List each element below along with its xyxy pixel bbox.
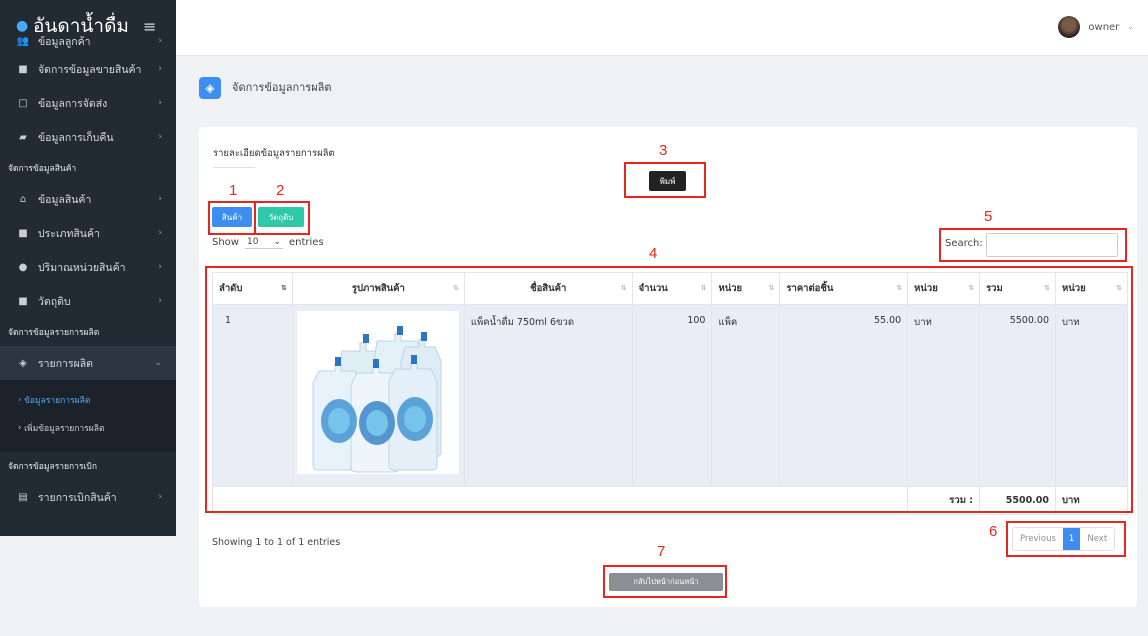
chevron-right-icon: › bbox=[158, 228, 162, 238]
truck-icon: ▰ bbox=[19, 131, 27, 143]
annotation-box-4 bbox=[205, 266, 1133, 513]
sidebar-item-label: รายการผลิต bbox=[38, 357, 93, 370]
sidebar-item-unit-quantity[interactable]: ● ปริมาณหน่วยสินค้า › bbox=[0, 250, 176, 284]
divider bbox=[213, 167, 255, 168]
annotation-number-6: 6 bbox=[989, 523, 998, 540]
topbar: owner ⌄ bbox=[176, 0, 1148, 56]
sidebar-item-label: ข้อมูลลูกค้า bbox=[38, 35, 91, 48]
square-icon: ■ bbox=[18, 295, 28, 307]
sidebar-item-label: ข้อมูลสินค้า bbox=[38, 193, 92, 206]
sidebar-item-product-info[interactable]: ⌂ ข้อมูลสินค้า › bbox=[0, 182, 176, 216]
sidebar-section-production: จัดการข้อมูลรายการผลิต bbox=[8, 328, 100, 338]
annotation-number-5: 5 bbox=[984, 208, 993, 225]
annotation-box-1 bbox=[208, 201, 256, 235]
sidebar-item-sales[interactable]: ■ จัดการข้อมูลขายสินค้า › bbox=[0, 52, 176, 86]
shopping-bag-icon: ■ bbox=[18, 63, 28, 75]
entries-length-control: Show 10 ⌄ entries bbox=[212, 236, 324, 249]
annotation-number-1: 1 bbox=[229, 182, 238, 199]
chevron-right-icon: › bbox=[158, 98, 162, 108]
sidebar-item-label: วัตถุดิบ bbox=[38, 295, 71, 308]
chevron-right-icon: › bbox=[158, 194, 162, 204]
sidebar-section-products: จัดการข้อมูลสินค้า bbox=[8, 164, 77, 174]
entries-select[interactable]: 10 ⌄ bbox=[244, 236, 283, 249]
annotation-box-7 bbox=[603, 565, 727, 598]
show-label: Show bbox=[212, 237, 239, 248]
chevron-right-icon: › bbox=[158, 296, 162, 306]
chevron-right-icon: › bbox=[158, 492, 162, 502]
user-menu[interactable]: owner ⌄ bbox=[1058, 16, 1134, 38]
entries-label: entries bbox=[288, 237, 324, 248]
sidebar-subitem-production-info[interactable]: › ข้อมูลรายการผลิต bbox=[0, 386, 176, 414]
list-icon: ▤ bbox=[18, 491, 28, 503]
sidebar-item-label: ข้อมูลการเก็บคืน bbox=[38, 131, 114, 144]
sidebar-item-delivery[interactable]: □ ข้อมูลการจัดส่ง › bbox=[0, 86, 176, 120]
sidebar-item-label: ข้อมูลการจัดส่ง bbox=[38, 97, 108, 110]
sidebar-item-label: จัดการข้อมูลขายสินค้า bbox=[38, 63, 142, 76]
bag-icon: ■ bbox=[18, 227, 28, 239]
layers-icon: ◈ bbox=[199, 77, 221, 99]
sidebar-item-label: รายการเบิกสินค้า bbox=[38, 491, 117, 504]
user-name: owner bbox=[1088, 21, 1120, 33]
table-info: Showing 1 to 1 of 1 entries bbox=[212, 537, 341, 548]
circle-icon: ● bbox=[18, 261, 28, 273]
chevron-right-icon: › bbox=[158, 262, 162, 272]
page-title: จัดการข้อมูลการผลิต bbox=[232, 81, 332, 94]
sidebar-item-materials[interactable]: ■ วัตถุดิบ › bbox=[0, 284, 176, 318]
chevron-down-icon: ⌄ bbox=[273, 237, 281, 247]
sidebar-subitem-add-production[interactable]: › เพิ่มข้อมูลรายการผลิต bbox=[0, 414, 176, 442]
sidebar-item-production[interactable]: ◈ รายการผลิต ⌄ bbox=[0, 346, 176, 380]
layers-icon: ◈ bbox=[19, 357, 27, 369]
annotation-box-5 bbox=[939, 228, 1127, 262]
card-title: รายละเอียดข้อมูลรายการผลิต bbox=[213, 148, 335, 159]
avatar bbox=[1058, 16, 1081, 38]
sidebar-item-customers[interactable]: 👥 ข้อมูลลูกค้า › bbox=[0, 30, 176, 52]
chevron-down-icon: ⌄ bbox=[154, 358, 162, 368]
sidebar-subitem-label: ข้อมูลรายการผลิต bbox=[24, 396, 91, 406]
annotation-box-6 bbox=[1006, 521, 1126, 557]
sidebar-item-returns[interactable]: ▰ ข้อมูลการเก็บคืน › bbox=[0, 120, 176, 154]
chevron-right-icon: › bbox=[158, 132, 162, 142]
annotation-number-7: 7 bbox=[657, 543, 666, 560]
basket-icon: ⌂ bbox=[19, 193, 27, 205]
sidebar-item-label: ปริมาณหน่วยสินค้า bbox=[38, 261, 126, 274]
entries-value: 10 bbox=[246, 237, 259, 247]
users-icon: 👥 bbox=[16, 35, 30, 47]
sidebar-item-product-type[interactable]: ■ ประเภทสินค้า › bbox=[0, 216, 176, 250]
sidebar: ● อันดาน้ำดื่ม ≡ 👥 ข้อมูลลูกค้า › ■ จัดก… bbox=[0, 0, 176, 536]
annotation-number-4: 4 bbox=[649, 245, 658, 262]
sidebar-section-withdraw: จัดการข้อมูลรายการเบิก bbox=[8, 462, 97, 472]
annotation-number-3: 3 bbox=[659, 142, 668, 159]
chevron-right-icon: › bbox=[158, 36, 162, 46]
sidebar-subitem-label: เพิ่มข้อมูลรายการผลิต bbox=[24, 424, 105, 434]
annotation-box-3 bbox=[624, 162, 706, 198]
chevron-down-icon: ⌄ bbox=[1127, 21, 1134, 31]
sidebar-item-withdraw[interactable]: ▤ รายการเบิกสินค้า › bbox=[0, 480, 176, 514]
box-icon: □ bbox=[18, 97, 28, 109]
sidebar-submenu: › ข้อมูลรายการผลิต › เพิ่มข้อมูลรายการผล… bbox=[0, 380, 176, 452]
annotation-box-2 bbox=[254, 201, 310, 235]
sidebar-item-label: ประเภทสินค้า bbox=[38, 227, 100, 240]
chevron-right-icon: › bbox=[158, 64, 162, 74]
annotation-number-2: 2 bbox=[276, 182, 285, 199]
